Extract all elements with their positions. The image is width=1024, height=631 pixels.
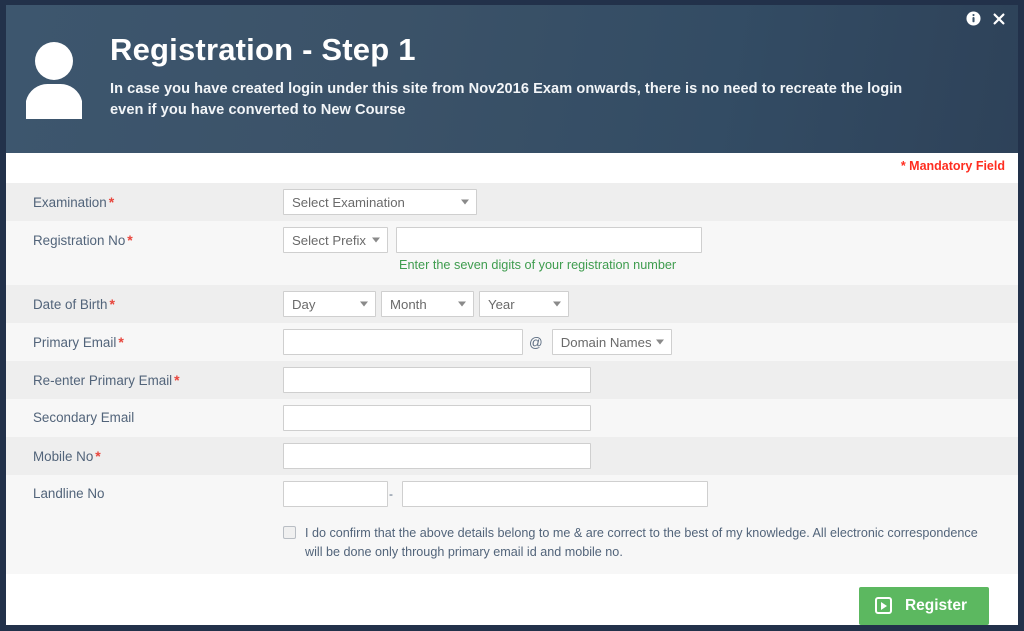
required-asterisk: * bbox=[174, 372, 180, 388]
label-primary-email: Primary Email * bbox=[33, 323, 283, 360]
chevron-down-icon bbox=[372, 237, 380, 243]
label-landline-no: Landline No bbox=[33, 475, 283, 511]
controls-primary-email: @ Domain Names bbox=[283, 323, 1018, 361]
required-asterisk: * bbox=[95, 448, 101, 464]
controls-secondary-email bbox=[283, 399, 1018, 437]
controls-mobile-no bbox=[283, 437, 1018, 475]
play-box-icon bbox=[874, 597, 892, 615]
label-registration-no-text: Registration No bbox=[33, 233, 126, 248]
controls-date-of-birth: Day Month Year bbox=[283, 285, 1018, 323]
close-icon[interactable] bbox=[992, 12, 1006, 26]
row-date-of-birth: Date of Birth * Day Month Year bbox=[6, 285, 1018, 323]
dob-month-select[interactable]: Month bbox=[381, 291, 474, 317]
row-examination: Examination * Select Examination bbox=[6, 183, 1018, 221]
chevron-down-icon bbox=[553, 301, 561, 307]
label-secondary-email: Secondary Email bbox=[33, 399, 283, 435]
declaration-text: I do confirm that the above details belo… bbox=[305, 526, 978, 559]
registration-prefix-select[interactable]: Select Prefix bbox=[283, 227, 388, 253]
dob-year-select[interactable]: Year bbox=[479, 291, 569, 317]
at-symbol: @ bbox=[529, 334, 543, 350]
register-button[interactable]: Register bbox=[858, 586, 989, 625]
header-subtitle-line1: In case you have created login under thi… bbox=[110, 81, 903, 98]
registration-form: Examination * Select Examination Registra… bbox=[6, 183, 1018, 574]
domain-select-value: Domain Names bbox=[560, 334, 652, 350]
label-mobile-no-text: Mobile No bbox=[33, 449, 94, 464]
row-primary-email: Primary Email * @ Domain Names bbox=[6, 323, 1018, 361]
dob-month-value: Month bbox=[390, 296, 427, 312]
row-secondary-email: Secondary Email bbox=[6, 399, 1018, 437]
chevron-down-icon bbox=[461, 199, 469, 205]
registration-modal: Registration - Step 1 In case you have c… bbox=[0, 0, 1024, 631]
controls-landline-no: - bbox=[283, 475, 1018, 513]
row-mobile-no: Mobile No * bbox=[6, 437, 1018, 475]
examination-select-value: Select Examination bbox=[292, 194, 405, 210]
examination-select[interactable]: Select Examination bbox=[283, 189, 477, 215]
info-icon[interactable] bbox=[966, 11, 981, 26]
header-text: Registration - Step 1 In case you have c… bbox=[102, 32, 942, 121]
chevron-down-icon bbox=[458, 301, 466, 307]
controls-registration-no: Select Prefix Enter the seven digits of … bbox=[283, 221, 1018, 285]
required-asterisk: * bbox=[127, 232, 133, 248]
window-controls bbox=[966, 11, 1006, 26]
label-examination: Examination * bbox=[33, 183, 283, 220]
declaration-row: I do confirm that the above details belo… bbox=[6, 513, 1018, 574]
dob-day-select[interactable]: Day bbox=[283, 291, 376, 317]
header-subtitle: In case you have created login under thi… bbox=[110, 79, 902, 121]
registration-no-hint: Enter the seven digits of your registrat… bbox=[399, 258, 677, 272]
chevron-down-icon bbox=[655, 339, 664, 345]
label-landline-no-text: Landline No bbox=[33, 486, 105, 501]
row-registration-no: Registration No * Select Prefix Enter the… bbox=[6, 221, 1018, 285]
landline-number-input[interactable] bbox=[402, 481, 708, 507]
row-reenter-primary-email: Re-enter Primary Email * bbox=[6, 361, 1018, 399]
registration-prefix-value: Select Prefix bbox=[292, 232, 367, 248]
controls-reenter-primary-email bbox=[283, 361, 1018, 399]
label-registration-no: Registration No * bbox=[33, 221, 283, 258]
dob-year-value: Year bbox=[488, 296, 515, 312]
modal-header: Registration - Step 1 In case you have c… bbox=[6, 5, 1018, 153]
landline-code-input[interactable] bbox=[283, 481, 388, 507]
mobile-no-input[interactable] bbox=[283, 443, 591, 469]
modal-inner: Registration - Step 1 In case you have c… bbox=[6, 5, 1018, 625]
label-secondary-email-text: Secondary Email bbox=[33, 410, 135, 425]
label-date-of-birth: Date of Birth * bbox=[33, 285, 283, 322]
landline-separator: - bbox=[389, 487, 393, 501]
row-landline-no: Landline No - bbox=[6, 475, 1018, 513]
required-asterisk: * bbox=[109, 296, 115, 312]
chevron-down-icon bbox=[360, 301, 368, 307]
mandatory-field-note: * Mandatory Field bbox=[900, 159, 1005, 173]
required-asterisk: * bbox=[118, 334, 124, 350]
dob-day-value: Day bbox=[292, 296, 316, 312]
header-subtitle-line2: even if you have converted to New Course bbox=[110, 102, 406, 119]
required-asterisk: * bbox=[108, 194, 115, 210]
user-avatar-icon bbox=[6, 33, 102, 119]
register-button-label: Register bbox=[904, 596, 967, 614]
page-title: Registration - Step 1 bbox=[110, 32, 416, 67]
reenter-primary-email-input[interactable] bbox=[283, 367, 591, 393]
mandatory-bar: * Mandatory Field bbox=[6, 153, 1018, 183]
label-date-of-birth-text: Date of Birth bbox=[33, 297, 108, 312]
label-primary-email-text: Primary Email bbox=[33, 335, 117, 350]
label-reenter-primary-email: Re-enter Primary Email * bbox=[33, 361, 283, 398]
label-mobile-no: Mobile No * bbox=[33, 437, 283, 474]
registration-no-input[interactable] bbox=[396, 227, 702, 253]
label-examination-text: Examination bbox=[33, 195, 107, 210]
declaration-checkbox[interactable] bbox=[283, 526, 296, 539]
secondary-email-input[interactable] bbox=[283, 405, 591, 431]
modal-footer: Register bbox=[6, 573, 1018, 625]
domain-select[interactable]: Domain Names bbox=[551, 329, 672, 355]
primary-email-input[interactable] bbox=[283, 329, 523, 355]
controls-examination: Select Examination bbox=[283, 183, 1018, 221]
label-reenter-primary-email-text: Re-enter Primary Email bbox=[33, 373, 173, 388]
